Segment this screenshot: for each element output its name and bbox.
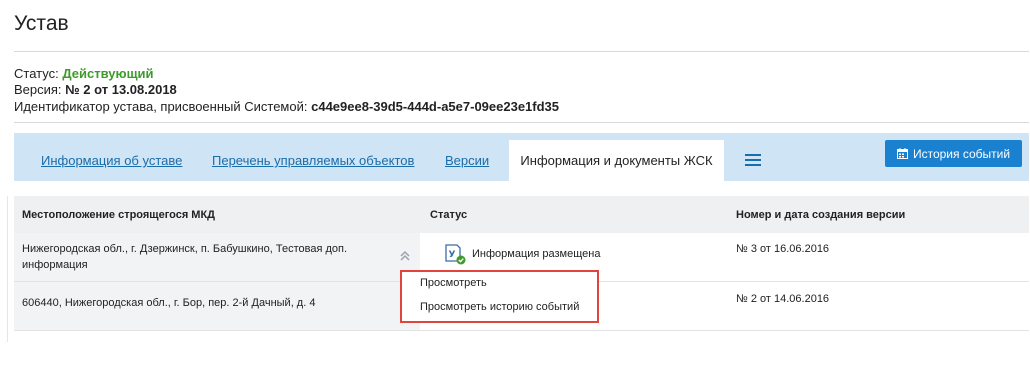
version-value: № 2 от 13.08.2018 [65, 82, 177, 97]
header-version: Номер и дата создания версии [736, 209, 906, 221]
header-status: Статус [430, 209, 468, 221]
status-value: Действующий [62, 66, 154, 81]
context-menu: Просмотреть Просмотреть историю событий [400, 270, 599, 323]
tab-zhsk-info-documents[interactable]: Информация и документы ЖСК [509, 140, 724, 181]
identifier-label: Идентификатор устава, присвоенный Систем… [14, 99, 308, 114]
row-version: № 3 от 16.06.2016 [736, 243, 830, 255]
tab-bar: Информация об уставе Перечень управляемы… [14, 133, 1029, 181]
identifier-value: c44e9ee8-39d5-444d-a5e7-09ee23e1fd35 [311, 99, 560, 114]
menu-item-view[interactable]: Просмотреть [420, 277, 487, 289]
version-label: Версия: [14, 82, 62, 97]
hamburger-icon[interactable] [745, 154, 761, 166]
calendar-icon [896, 148, 908, 159]
document-approved-icon: У [445, 244, 466, 265]
title-divider [14, 51, 1029, 52]
row-location: 606440, Нижегородская обл., г. Бор, пер.… [22, 297, 316, 309]
identifier-line: Идентификатор устава, присвоенный Систем… [14, 99, 559, 114]
tab-managed-objects[interactable]: Перечень управляемых объектов [212, 153, 414, 168]
row-location: Нижегородская обл., г. Дзержинск, п. Баб… [22, 243, 348, 271]
version-line: Версия: № 2 от 13.08.2018 [14, 82, 177, 97]
header-location: Местоположение строящегося МКД [22, 209, 216, 221]
tab-charter-info[interactable]: Информация об уставе [41, 153, 182, 168]
status-line: Статус: Действующий [14, 66, 154, 81]
row-version: № 2 от 14.06.2016 [736, 293, 830, 305]
tab-versions[interactable]: Версии [445, 153, 489, 168]
history-button-label: История событий [912, 146, 1011, 161]
page-title: Устав [14, 12, 69, 35]
row-status: У Информация размещена [444, 243, 600, 265]
left-edge-line [7, 196, 8, 342]
status-label: Статус: [14, 66, 59, 81]
history-events-button[interactable]: История событий [885, 140, 1022, 167]
menu-item-view-history[interactable]: Просмотреть историю событий [420, 301, 579, 313]
meta-divider [14, 122, 1029, 123]
table-header: Местоположение строящегося МКД Статус Но… [14, 196, 1029, 233]
svg-text:У: У [449, 250, 456, 260]
status-text: Информация размещена [472, 248, 601, 260]
chevron-up-icon[interactable] [399, 250, 411, 262]
